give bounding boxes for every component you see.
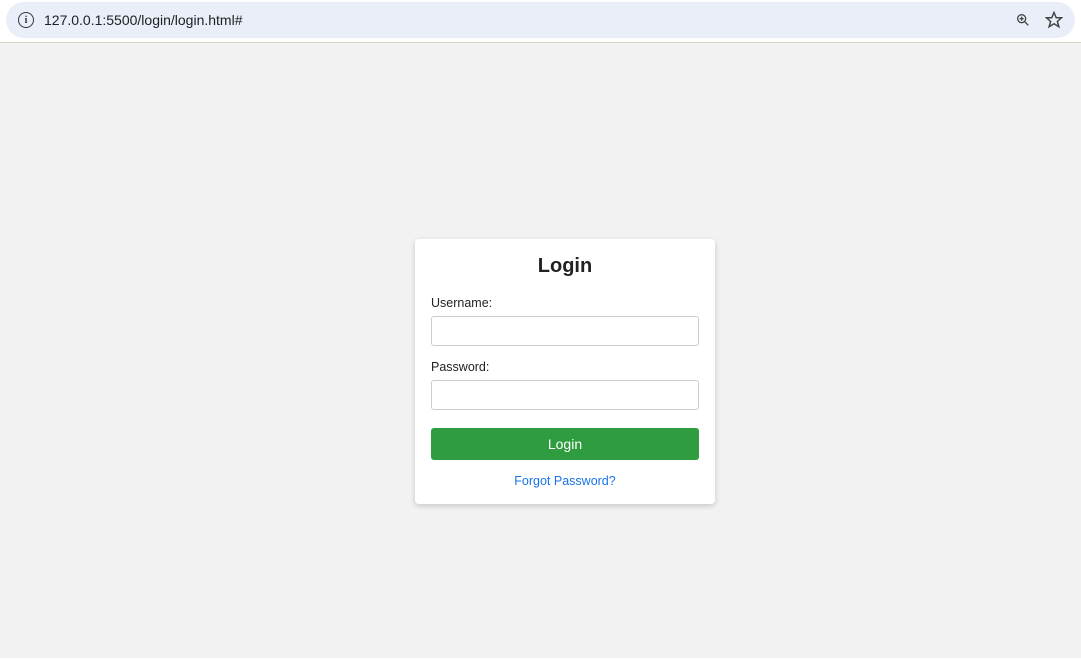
forgot-password-link[interactable]: Forgot Password? <box>431 474 699 488</box>
url-input[interactable] <box>44 12 1015 28</box>
bookmark-star-icon[interactable] <box>1045 11 1063 29</box>
page-background: Login Username: Password: Login Forgot P… <box>0 43 1081 658</box>
username-input[interactable] <box>431 316 699 346</box>
username-label: Username: <box>431 296 699 310</box>
login-button[interactable]: Login <box>431 428 699 460</box>
browser-address-bar <box>6 2 1075 38</box>
password-input[interactable] <box>431 380 699 410</box>
password-label: Password: <box>431 360 699 374</box>
address-bar-right-icons <box>1015 11 1063 29</box>
zoom-icon[interactable] <box>1015 12 1031 28</box>
site-info-icon[interactable] <box>18 12 34 28</box>
login-title: Login <box>431 255 699 278</box>
login-card: Login Username: Password: Login Forgot P… <box>415 239 715 504</box>
password-group: Password: <box>431 360 699 410</box>
username-group: Username: <box>431 296 699 346</box>
